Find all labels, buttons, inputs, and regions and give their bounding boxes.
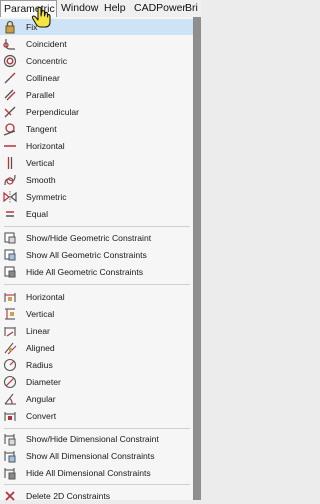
- parallel-icon: [4, 89, 16, 101]
- menu-item-dim-angular[interactable]: Angular: [0, 391, 193, 407]
- menu-item-label: Symmetric: [26, 192, 67, 202]
- menu-item-dim-horizontal[interactable]: Horizontal: [0, 289, 193, 305]
- show-all-geometric-icon: [4, 249, 16, 261]
- menu-window[interactable]: Window: [61, 0, 98, 17]
- menu-item-label: Equal: [26, 209, 48, 219]
- equal-icon: [6, 211, 14, 217]
- menu-item-label: Vertical: [26, 309, 55, 319]
- fix-lock-icon: [5, 20, 15, 34]
- menu-item-tangent[interactable]: Tangent: [0, 121, 193, 137]
- menu-item-label: Angular: [26, 394, 56, 404]
- dim-linear-icon: [4, 327, 16, 337]
- perpendicular-icon: [4, 106, 16, 118]
- dim-horizontal-icon: [4, 293, 16, 302]
- menu-item-parallel[interactable]: Parallel: [0, 87, 193, 103]
- menu-item-coincident[interactable]: Coincident: [0, 36, 193, 52]
- menu-item-label: Show All Dimensional Constraints: [26, 451, 155, 461]
- menu-item-label: Collinear: [26, 73, 60, 83]
- menu-item-smooth[interactable]: Smooth: [0, 172, 193, 188]
- menu-item-label: Linear: [26, 326, 50, 336]
- collinear-icon: [4, 72, 16, 84]
- horizontal-icon: [4, 145, 16, 147]
- menu-item-label: Smooth: [26, 175, 56, 185]
- menu-item-dim-vertical[interactable]: Vertical: [0, 306, 193, 322]
- menu-item-delete-constraints[interactable]: Delete 2D Constraints: [0, 488, 193, 504]
- menu-item-label: Radius: [26, 360, 53, 370]
- menu-item-label: Convert: [26, 411, 57, 421]
- menu-item-show-all-geometric[interactable]: Show All Geometric Constraints: [0, 247, 193, 263]
- menu-separator: [4, 284, 190, 285]
- menu-item-show-all-dimensional[interactable]: Show All Dimensional Constraints: [0, 448, 193, 464]
- menu-item-label: Concentric: [26, 56, 68, 66]
- menu-item-dim-linear[interactable]: Linear: [0, 323, 193, 339]
- menu-item-label: Hide All Dimensional Constraints: [26, 468, 151, 478]
- menu-item-label: Tangent: [26, 124, 57, 134]
- dim-radius-icon: [3, 358, 17, 372]
- hide-all-dimensional-icon: [4, 468, 16, 480]
- parametric-dropdown-menu: Fix Coincident Concentric Collinear Para…: [0, 17, 194, 501]
- menu-item-show-hide-dimensional[interactable]: Show/Hide Dimensional Constraint: [0, 431, 193, 447]
- menu-cadpower[interactable]: CADPower: [134, 0, 186, 17]
- concentric-icon: [3, 54, 17, 68]
- menu-item-label: Hide All Geometric Constraints: [26, 267, 144, 277]
- dim-aligned-icon: [4, 342, 17, 355]
- menu-item-show-hide-geometric[interactable]: Show/Hide Geometric Constraint: [0, 230, 193, 246]
- dim-vertical-icon: [5, 308, 15, 320]
- hide-all-geometric-icon: [4, 266, 16, 278]
- menu-item-equal[interactable]: Equal: [0, 206, 193, 222]
- vertical-icon: [7, 157, 13, 169]
- show-hide-geometric-icon: [4, 232, 16, 244]
- menu-item-label: Show All Geometric Constraints: [26, 250, 147, 260]
- coincident-icon: [3, 39, 15, 50]
- delete-constraints-icon: [5, 491, 15, 501]
- menu-item-horizontal[interactable]: Horizontal: [0, 138, 193, 154]
- menu-item-perpendicular[interactable]: Perpendicular: [0, 104, 193, 120]
- menu-item-dim-radius[interactable]: Radius: [0, 357, 193, 373]
- menu-item-label: Perpendicular: [26, 107, 80, 117]
- menu-item-vertical[interactable]: Vertical: [0, 155, 193, 171]
- menu-item-dim-aligned[interactable]: Aligned: [0, 340, 193, 356]
- menu-item-hide-all-geometric[interactable]: Hide All Geometric Constraints: [0, 264, 193, 280]
- menu-item-label: Parallel: [26, 90, 55, 100]
- menu-item-label: Diameter: [26, 377, 61, 387]
- menu-item-dim-convert[interactable]: Convert: [0, 408, 193, 424]
- menu-item-hide-all-dimensional[interactable]: Hide All Dimensional Constraints: [0, 465, 193, 481]
- menu-bri[interactable]: Bri: [185, 0, 198, 17]
- show-all-dimensional-icon: [4, 451, 16, 463]
- dim-angular-icon: [4, 393, 16, 405]
- menu-item-fix[interactable]: Fix: [0, 19, 193, 35]
- menu-item-label: Coincident: [26, 39, 67, 49]
- menu-item-label: Horizontal: [26, 141, 65, 151]
- menu-item-concentric[interactable]: Concentric: [0, 53, 193, 69]
- hand-cursor-icon: [31, 6, 51, 28]
- dim-diameter-icon: [3, 375, 17, 389]
- tangent-icon: [3, 123, 16, 136]
- menu-item-symmetric[interactable]: Symmetric: [0, 189, 193, 205]
- menu-item-label: Vertical: [26, 158, 55, 168]
- menu-item-label: Delete 2D Constraints: [26, 491, 111, 501]
- menu-item-label: Horizontal: [26, 292, 65, 302]
- menu-item-label: Aligned: [26, 343, 55, 353]
- menu-help[interactable]: Help: [104, 0, 126, 17]
- menu-item-dim-diameter[interactable]: Diameter: [0, 374, 193, 390]
- symmetric-icon: [3, 191, 17, 203]
- menu-separator: [4, 428, 190, 429]
- menu-separator: [4, 484, 190, 485]
- menu-shadow: [194, 17, 201, 500]
- show-hide-dimensional-icon: [4, 434, 16, 446]
- menu-separator: [4, 226, 190, 227]
- menu-item-collinear[interactable]: Collinear: [0, 70, 193, 86]
- menu-item-label: Show/Hide Dimensional Constraint: [26, 434, 159, 444]
- smooth-icon: [4, 174, 16, 186]
- menu-item-label: Show/Hide Geometric Constraint: [26, 233, 152, 243]
- dim-convert-icon: [4, 412, 16, 421]
